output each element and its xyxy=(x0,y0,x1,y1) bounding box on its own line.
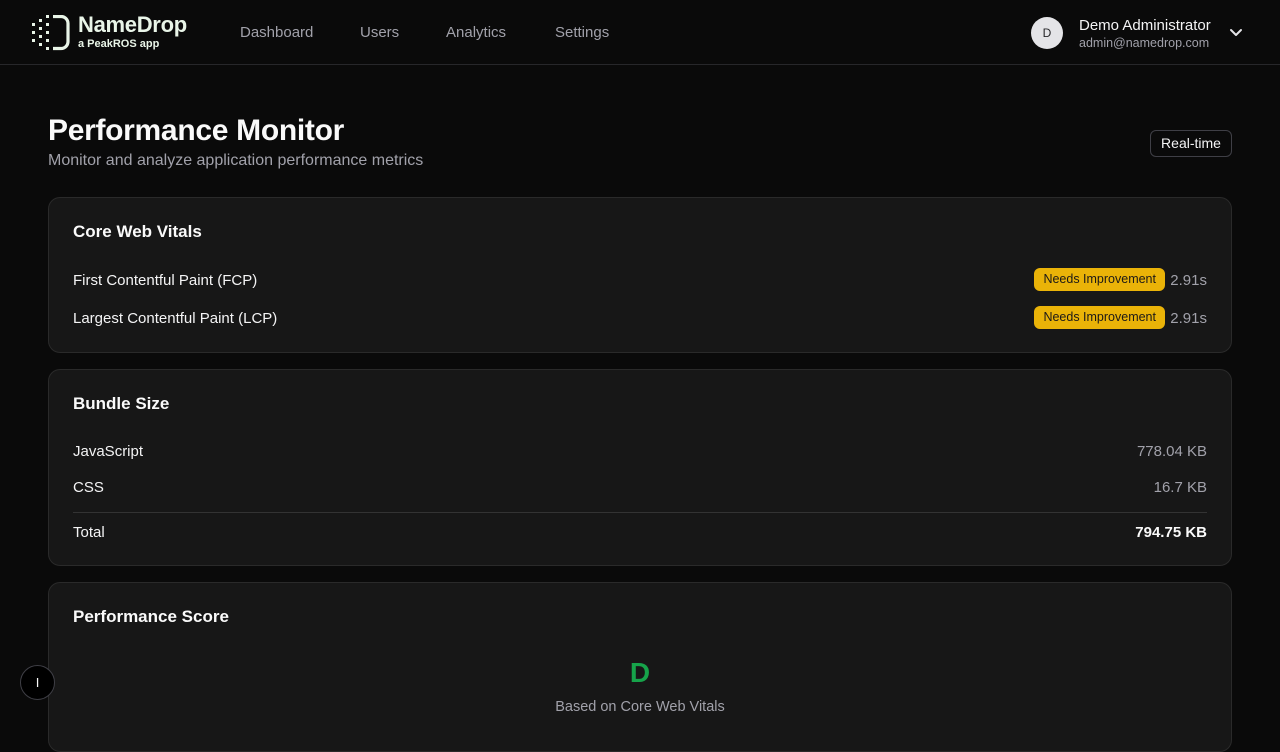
metric-value-fcp: 2.91s xyxy=(1170,272,1207,289)
user-name[interactable]: Demo Administrator xyxy=(1079,17,1211,34)
bundle-label-css: CSS xyxy=(73,479,104,496)
bundle-value-javascript: 778.04 KB xyxy=(1136,443,1207,460)
card-title: Core Web Vitals xyxy=(73,222,202,241)
namedrop-logo-icon xyxy=(32,15,70,51)
metric-value-lcp: 2.91s xyxy=(1170,310,1207,327)
user-avatar[interactable]: D xyxy=(1031,17,1063,49)
brand-logo[interactable]: NameDrop a PeakROS app xyxy=(30,12,205,53)
page-subtitle: Monitor and analyze application performa… xyxy=(48,152,424,169)
metric-label-fcp: First Contentful Paint (FCP) xyxy=(73,272,258,289)
card-title: Bundle Size xyxy=(73,394,170,413)
bundle-value-css: 16.7 KB xyxy=(1153,479,1207,496)
bundle-label-total: Total xyxy=(73,524,105,541)
nav-item-dashboard[interactable]: Dashboard xyxy=(240,24,313,41)
bundle-size-card: Bundle Size JavaScript 778.04 KB CSS 16.… xyxy=(48,369,1232,566)
nav-item-users[interactable]: Users xyxy=(360,24,399,41)
status-badge: Needs Improvement xyxy=(1034,268,1165,291)
page-title: Performance Monitor xyxy=(48,114,345,147)
core-web-vitals-card: Core Web Vitals First Contentful Paint (… xyxy=(48,197,1232,353)
brand-tagline: a PeakROS app xyxy=(78,38,160,50)
bundle-label-javascript: JavaScript xyxy=(73,443,144,460)
user-email: admin@namedrop.com xyxy=(1079,36,1210,50)
bundle-value-total: 794.75 KB xyxy=(1135,524,1207,541)
nav-item-analytics[interactable]: Analytics xyxy=(446,24,506,41)
realtime-badge: Real-time xyxy=(1150,130,1232,157)
chevron-down-icon[interactable] xyxy=(1229,27,1243,39)
card-title: Performance Score xyxy=(73,607,229,626)
status-badge: Needs Improvement xyxy=(1034,306,1165,329)
metric-label-lcp: Largest Contentful Paint (LCP) xyxy=(73,310,278,327)
performance-grade-caption: Based on Core Web Vitals xyxy=(555,699,725,715)
brand-name: NameDrop xyxy=(78,12,187,37)
performance-score-card: Performance Score D Based on Core Web Vi… xyxy=(48,582,1232,752)
top-navigation-bar: NameDrop a PeakROS app Dashboard Users A… xyxy=(0,0,1280,65)
performance-grade: D xyxy=(629,657,651,688)
divider xyxy=(73,512,1207,513)
floating-help-button[interactable]: I xyxy=(20,665,55,700)
nav-item-settings[interactable]: Settings xyxy=(555,24,609,41)
